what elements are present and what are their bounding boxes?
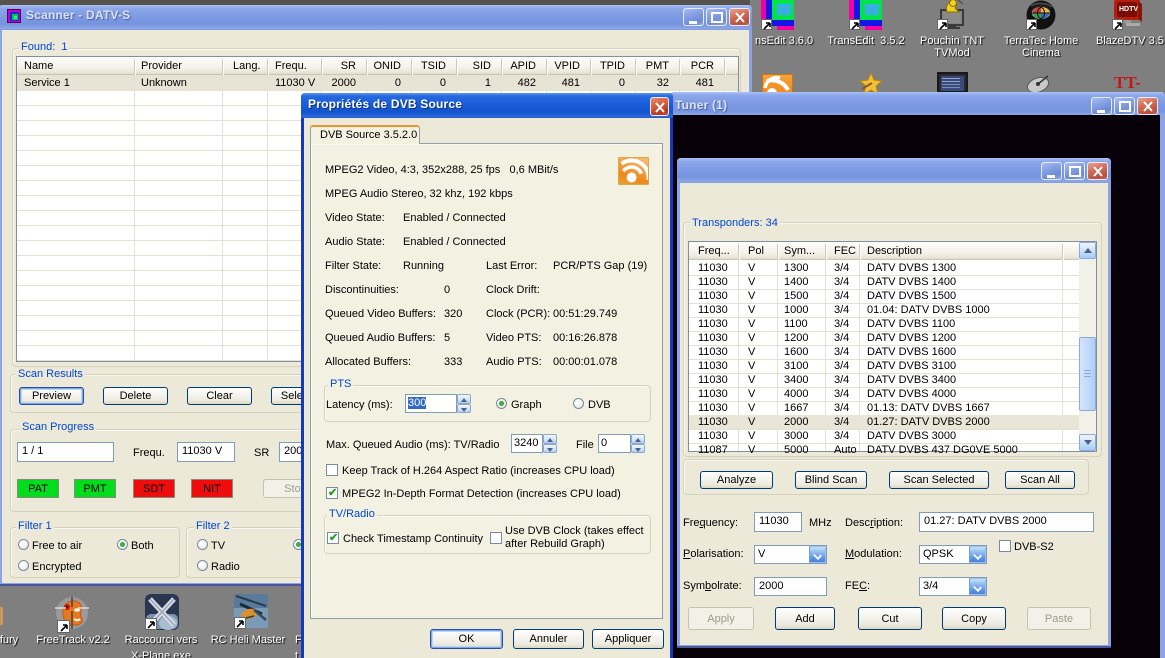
svg-text:HDTV: HDTV	[1119, 6, 1138, 13]
svg-text:TT-: TT-	[1114, 73, 1141, 91]
